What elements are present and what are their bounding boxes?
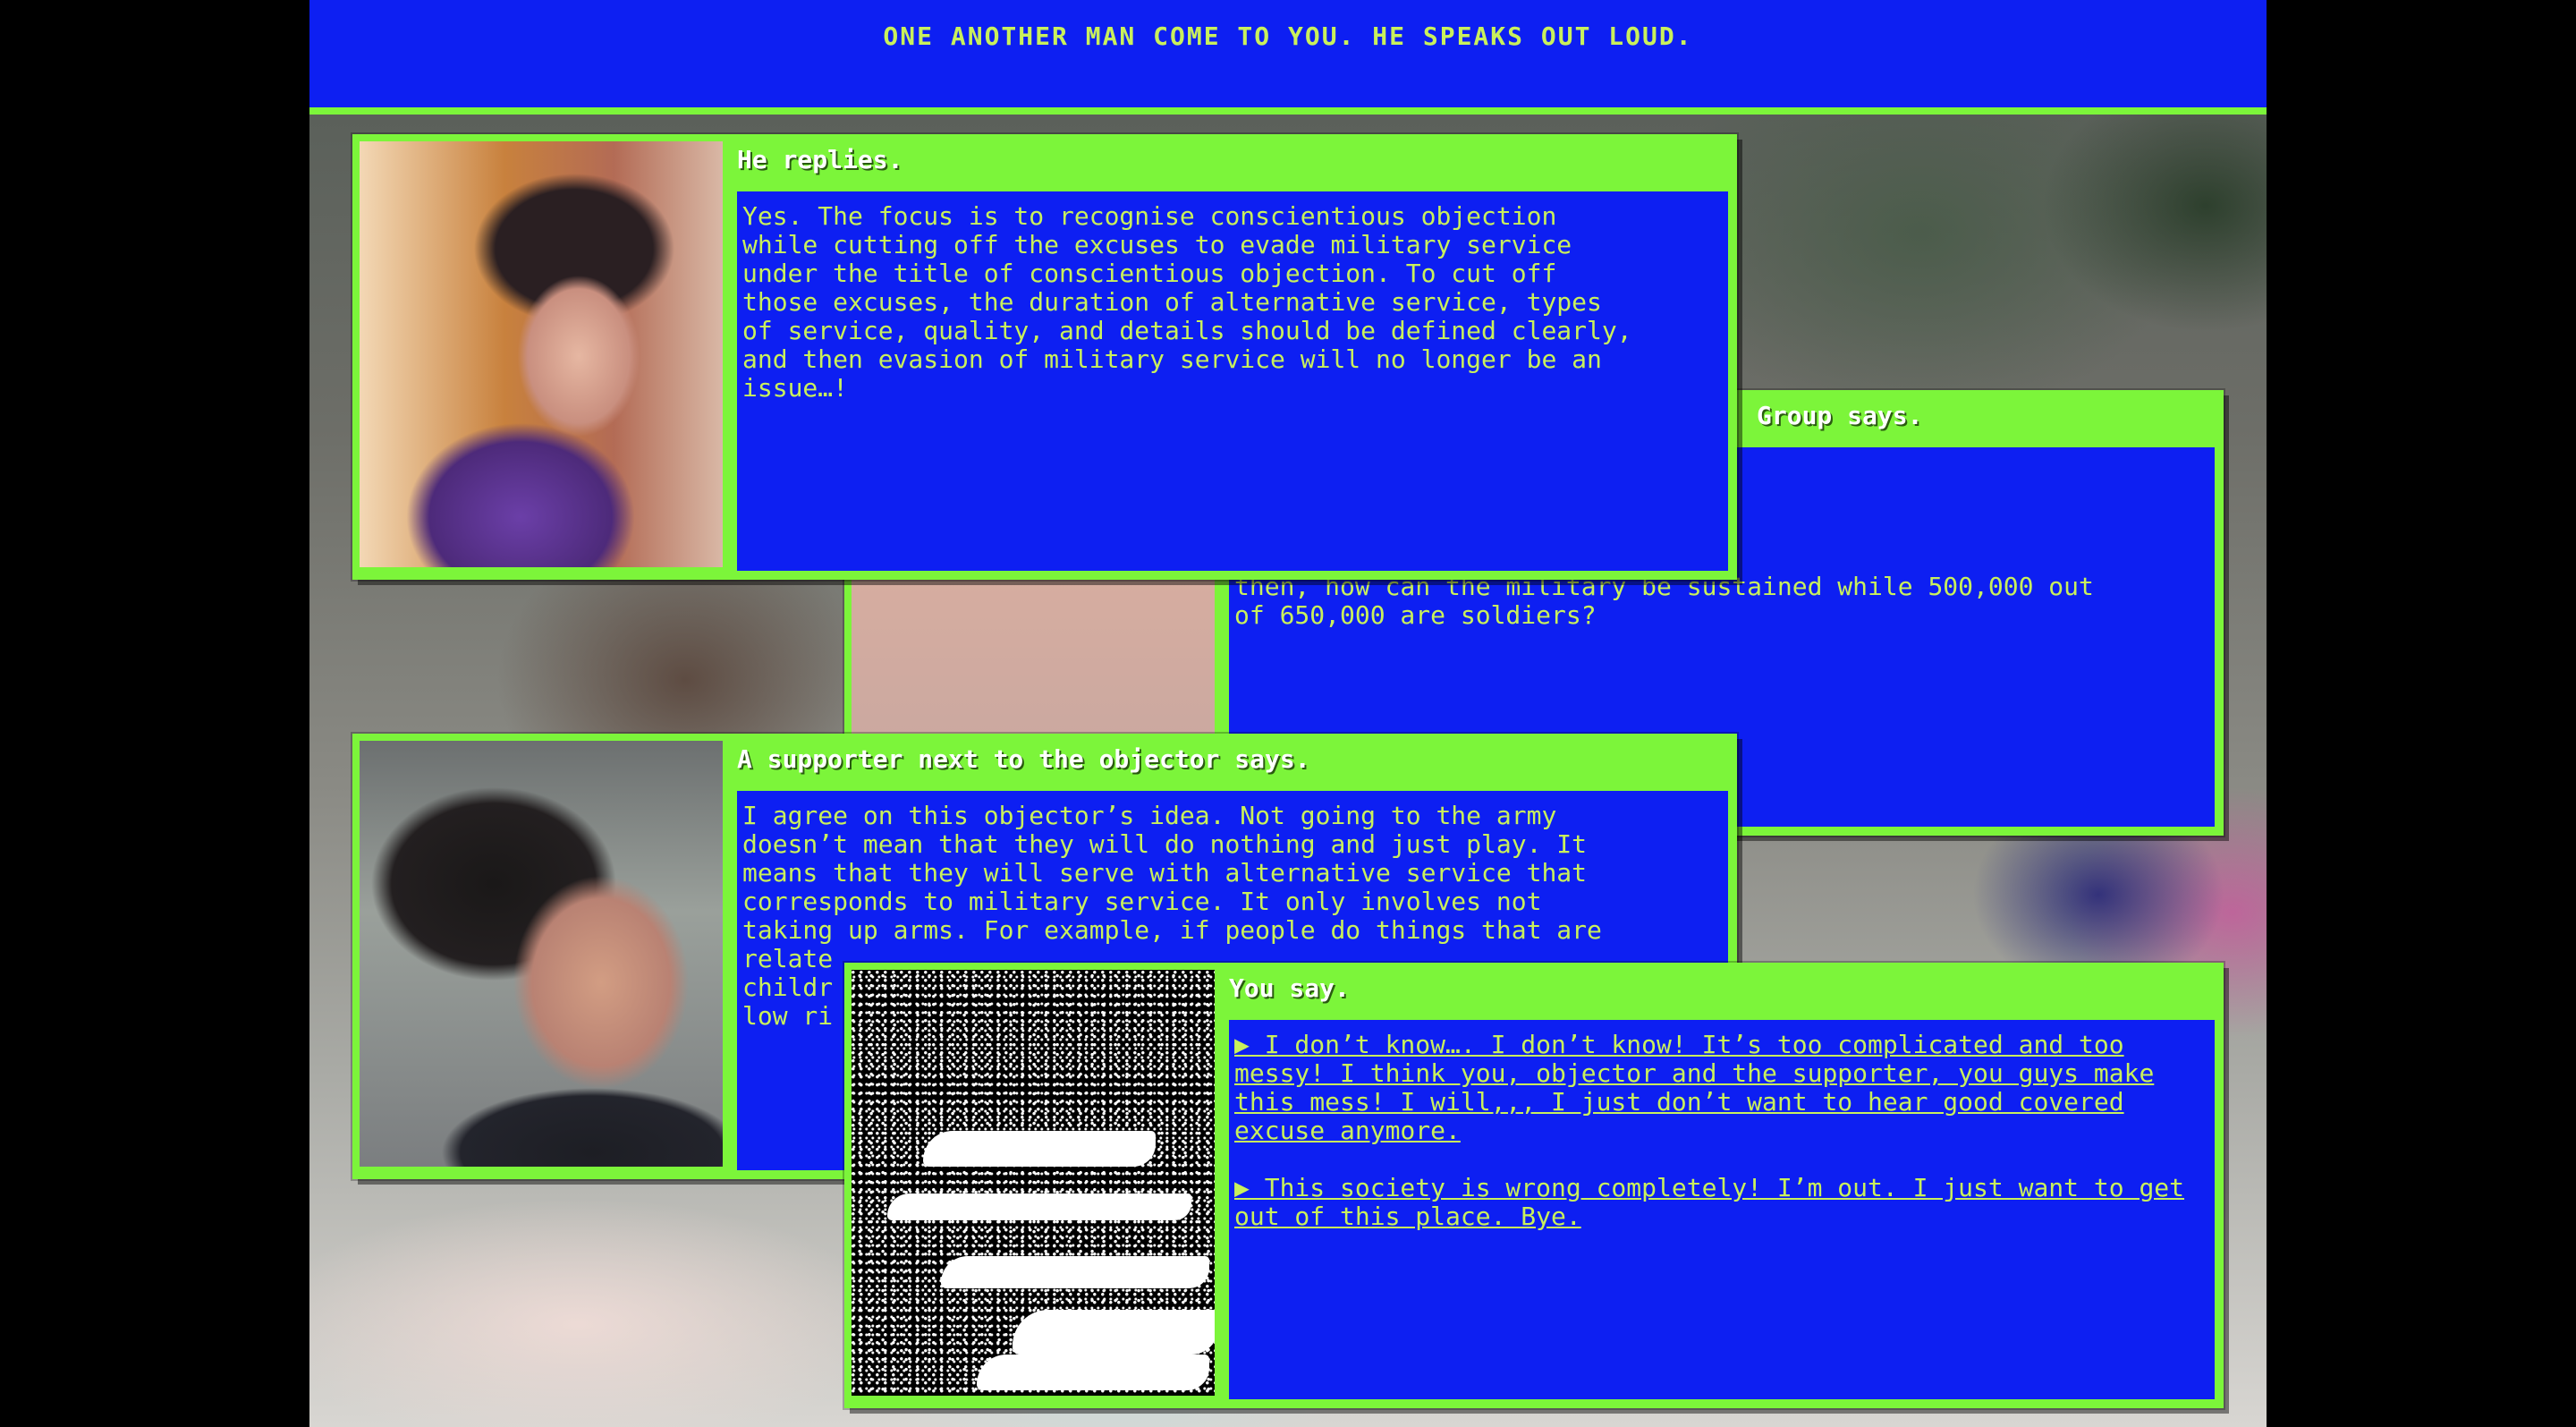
portrait-static-noise	[852, 970, 1215, 1396]
noise-band	[1013, 1310, 1215, 1355]
game-scene: ONE ANOTHER MAN COME TO YOU. HE SPEAKS O…	[309, 0, 2267, 1427]
choice-option-1[interactable]: ▶ I don’t know…. I don’t know! It’s too …	[1234, 1031, 2209, 1145]
speaker-label-reply: He replies.	[737, 145, 903, 174]
speaker-label-supporter: A supporter next to the objector says.	[737, 744, 1310, 774]
dialog-text-reply: Yes. The focus is to recognise conscient…	[737, 191, 1728, 571]
noise-band	[887, 1193, 1191, 1220]
choice-box: ▶ I don’t know…. I don’t know! It’s too …	[1229, 1020, 2215, 1399]
speaker-label-group: Group says.	[1757, 401, 1923, 430]
dialog-panel-you: You say. ▶ I don’t know…. I don’t know! …	[844, 963, 2224, 1408]
speaker-label-you: You say.	[1229, 973, 1350, 1003]
noise-band	[977, 1355, 1209, 1390]
dialog-panel-reply: He replies. Yes. The focus is to recogni…	[352, 134, 1737, 580]
choice-option-2[interactable]: ▶ This society is wrong completely! I’m …	[1234, 1174, 2209, 1231]
narration-banner: ONE ANOTHER MAN COME TO YOU. HE SPEAKS O…	[309, 0, 2267, 115]
noise-band	[941, 1256, 1209, 1288]
noise-band	[923, 1131, 1156, 1167]
portrait-supporter	[360, 741, 723, 1167]
narration-text: ONE ANOTHER MAN COME TO YOU. HE SPEAKS O…	[883, 21, 1693, 51]
portrait-objector	[360, 141, 723, 567]
